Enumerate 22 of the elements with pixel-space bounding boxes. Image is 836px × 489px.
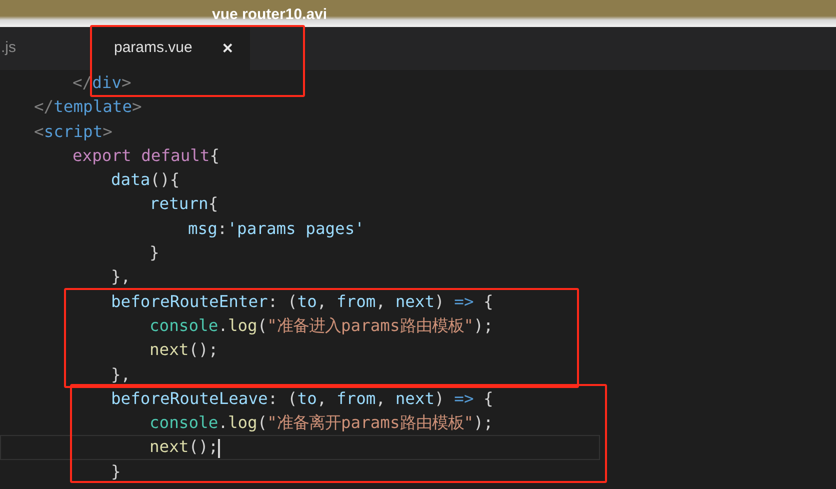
code-line: beforeRouteLeave: (to, from, next) => { (110, 388, 494, 410)
code-line: }, (110, 266, 132, 288)
code-line: export default{ (72, 144, 221, 167)
editor-tab[interactable]: params.vue × (92, 27, 250, 70)
code-line: console.log("准备离开params路由模板"); (148, 412, 494, 434)
video-title: vue router10.avi (212, 6, 328, 24)
code-line: </div> (72, 72, 132, 94)
code-line: beforeRouteEnter: (to, from, next) => { (110, 290, 494, 313)
code-line: } (110, 460, 122, 483)
code-line: msg:'params pages' (187, 218, 366, 240)
editor-tab[interactable]: .js (0, 27, 92, 70)
code-line: <script> (33, 120, 114, 143)
code-line: }, (110, 364, 132, 386)
code-line: } (148, 242, 160, 264)
close-icon[interactable]: × (222, 35, 233, 62)
code-line: next(); (0, 435, 600, 460)
code-line: </template> (33, 96, 143, 118)
code-line: next(); (148, 339, 220, 362)
text-cursor (218, 438, 220, 458)
code-line: return{ (148, 193, 220, 216)
code-line: data(){ (110, 169, 181, 192)
code-line: console.log("准备进入params路由模板"); (148, 314, 494, 337)
